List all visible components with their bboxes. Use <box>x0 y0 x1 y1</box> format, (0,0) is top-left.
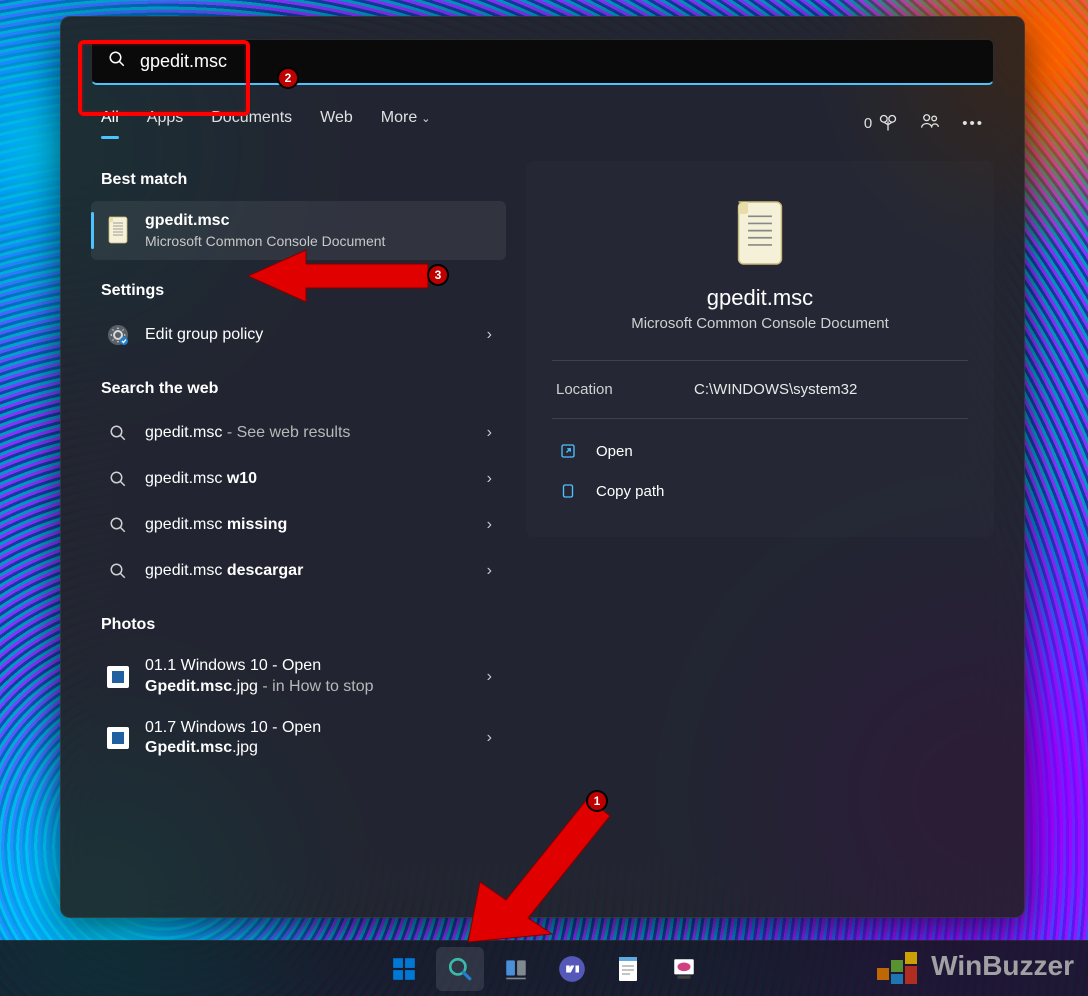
chevron-right-icon: › <box>487 326 492 344</box>
web-result-1[interactable]: gpedit.msc w10 › <box>91 456 506 502</box>
copy-icon <box>558 481 578 501</box>
tab-all[interactable]: All <box>101 109 119 137</box>
detail-subtitle: Microsoft Common Console Document <box>552 315 968 332</box>
detail-file-icon <box>552 197 968 269</box>
photo-thumbnail-icon <box>105 664 131 690</box>
snipping-tool-button[interactable] <box>660 947 708 991</box>
tab-documents[interactable]: Documents <box>211 109 292 137</box>
chevron-right-icon: › <box>487 729 492 747</box>
section-settings: Settings <box>91 272 506 312</box>
chevron-down-icon: ⌄ <box>421 112 430 125</box>
tab-more[interactable]: More ⌄ <box>381 109 431 137</box>
web-result-0[interactable]: gpedit.msc - See web results › <box>91 410 506 456</box>
results-list: Best match gpedit.msc Microsoft Common C… <box>91 161 506 769</box>
open-icon <box>558 441 578 461</box>
photo-thumbnail-icon <box>105 725 131 751</box>
chevron-right-icon: › <box>487 668 492 686</box>
detail-pane: gpedit.msc Microsoft Common Console Docu… <box>526 161 994 537</box>
section-photos: Photos <box>91 606 506 646</box>
section-best-match: Best match <box>91 161 506 201</box>
search-icon <box>108 50 126 73</box>
filter-tabs: All Apps Documents Web More ⌄ 0 ••• <box>61 85 1024 137</box>
detail-location-row: Location C:\WINDOWS\system32 <box>552 361 968 418</box>
start-search-panel: All Apps Documents Web More ⌄ 0 ••• Best… <box>60 16 1025 918</box>
action-copy-path[interactable]: Copy path <box>552 471 968 511</box>
tab-web[interactable]: Web <box>320 109 353 137</box>
watermark: WinBuzzer <box>873 946 1074 986</box>
search-box[interactable] <box>91 39 994 85</box>
chevron-right-icon: › <box>487 424 492 442</box>
notepad-button[interactable] <box>604 947 652 991</box>
chat-button[interactable] <box>548 947 596 991</box>
people-icon[interactable] <box>920 111 940 135</box>
more-icon[interactable]: ••• <box>962 115 984 132</box>
gear-icon <box>105 322 131 348</box>
chevron-right-icon: › <box>487 562 492 580</box>
section-web: Search the web <box>91 370 506 410</box>
detail-title: gpedit.msc <box>552 285 968 311</box>
web-result-3[interactable]: gpedit.msc descargar › <box>91 548 506 594</box>
winbuzzer-logo-icon <box>873 946 921 986</box>
msc-file-icon <box>105 217 131 243</box>
chevron-right-icon: › <box>487 470 492 488</box>
search-icon <box>105 512 131 538</box>
action-open[interactable]: Open <box>552 431 968 471</box>
chevron-right-icon: › <box>487 516 492 534</box>
web-result-2[interactable]: gpedit.msc missing › <box>91 502 506 548</box>
search-taskbar-button[interactable] <box>436 947 484 991</box>
task-view-button[interactable] <box>492 947 540 991</box>
photo-result-1[interactable]: 01.7 Windows 10 - OpenGpedit.msc.jpg › <box>91 708 506 770</box>
tab-apps[interactable]: Apps <box>147 109 183 137</box>
search-icon <box>105 558 131 584</box>
best-match-result[interactable]: gpedit.msc Microsoft Common Console Docu… <box>91 201 506 260</box>
search-icon <box>105 466 131 492</box>
search-input[interactable] <box>140 51 977 72</box>
start-button[interactable] <box>380 947 428 991</box>
settings-result-edit-group-policy[interactable]: Edit group policy › <box>91 312 506 358</box>
rewards-counter[interactable]: 0 <box>864 113 898 133</box>
photo-result-0[interactable]: 01.1 Windows 10 - OpenGpedit.msc.jpg - i… <box>91 646 506 708</box>
search-icon <box>105 420 131 446</box>
